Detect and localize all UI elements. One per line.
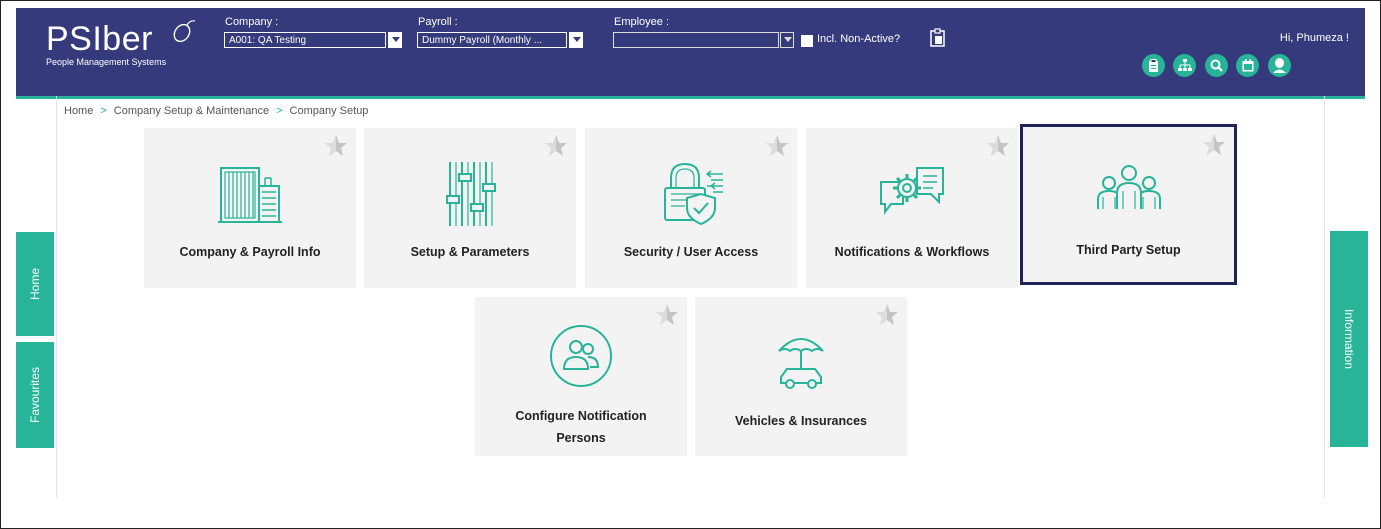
side-tab-information-label: Information [1342,308,1356,370]
payroll-label: Payroll : [418,16,458,28]
breadcrumb-separator: > [100,105,107,117]
side-tab-favourites-label: Favourites [28,366,42,424]
tile-label: Configure Notification Persons [475,405,687,449]
people-group-icon [1096,165,1161,209]
chevron-down-icon[interactable] [780,32,794,48]
payroll-select[interactable]: Dummy Payroll (Monthly ... [417,32,567,48]
tile-vehicles-insurances[interactable]: Vehicles & Insurances [695,297,907,456]
tile-label: Setup & Parameters [410,245,530,259]
side-tab-home-label: Home [27,267,42,301]
tile-label: Company & Payroll Info [179,245,321,259]
employee-select[interactable] [613,32,779,48]
content-border-left [56,96,57,498]
search-icon[interactable] [1205,54,1228,77]
side-tab-favourites[interactable]: Favourites [16,342,54,448]
content-border-right [1324,96,1325,498]
logo-subtitle: People Management Systems [46,57,167,67]
side-tab-home[interactable]: Home [16,232,54,336]
org-chart-icon[interactable] [1173,54,1196,77]
tile-company-payroll-info[interactable]: Company & Payroll Info [144,128,356,288]
breadcrumb: Home > Company Setup & Maintenance > Company… [64,105,368,117]
star-icon[interactable] [324,134,348,158]
incl-nonactive-label: Incl. Non-Active? [817,33,901,45]
building-icon [218,167,282,223]
star-icon[interactable] [986,134,1010,158]
tile-setup-parameters[interactable]: Setup & Parameters [364,128,576,288]
tile-third-party-setup[interactable]: Third Party Setup [1020,124,1237,285]
star-icon[interactable] [765,134,789,158]
breadcrumb-company-setup-maintenance[interactable]: Company Setup & Maintenance [114,105,269,117]
chevron-down-icon[interactable] [388,32,402,48]
lock-shield-icon [664,162,723,226]
side-tab-information[interactable]: Information [1330,231,1368,447]
star-icon[interactable] [544,134,568,158]
tile-label: Security / User Access [623,245,759,259]
incl-nonactive-checkbox[interactable] [801,35,813,47]
star-icon[interactable] [875,303,899,327]
gear-chat-icon [880,167,944,215]
tile-security-user-access[interactable]: Security / User Access [585,128,797,288]
company-label: Company : [225,16,279,28]
clipboard-icon[interactable] [1142,54,1165,77]
sliders-icon [446,162,496,226]
logo-text: PSIber [46,20,153,58]
psiber-logo[interactable]: PSIber People Management Systems [46,20,196,67]
breadcrumb-home[interactable]: Home [64,105,93,117]
chevron-down-icon[interactable] [569,32,583,48]
paste-icon[interactable] [929,28,947,48]
user-greeting: Hi, Phumeza ! [1279,32,1349,44]
tile-label-line2: Persons [556,431,606,445]
persons-circle-icon [550,325,612,387]
tile-label: Vehicles & Insurances [734,414,867,428]
tile-notifications-workflows[interactable]: Notifications & Workflows [806,128,1018,288]
mouse-icon [173,20,196,43]
tile-label: Notifications & Workflows [834,245,990,259]
breadcrumb-company-setup: Company Setup [289,105,369,117]
car-umbrella-icon [778,338,824,389]
user-icon[interactable] [1268,54,1291,77]
breadcrumb-separator: > [276,105,283,117]
tile-label-line1: Configure Notification [515,409,647,423]
star-icon[interactable] [655,303,679,327]
top-header: PSIber People Management Systems Company… [16,8,1365,99]
tile-configure-notification-persons[interactable]: Configure Notification Persons [475,297,687,456]
star-icon[interactable] [1202,133,1226,157]
calendar-icon[interactable] [1236,54,1259,77]
employee-label: Employee : [614,16,670,28]
tile-label: Third Party Setup [1076,243,1181,257]
company-select[interactable]: A001: QA Testing [224,32,386,48]
